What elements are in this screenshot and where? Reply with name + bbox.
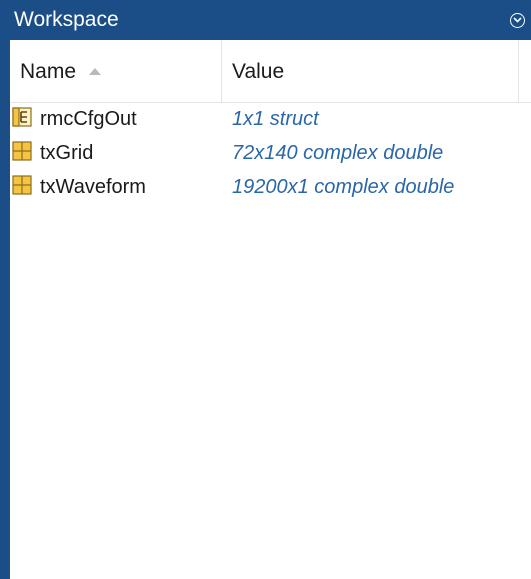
variable-row-txgrid[interactable]: txGrid 72x140 complex double xyxy=(10,136,531,170)
variable-value: 1x1 struct xyxy=(232,108,319,130)
workspace-panel: Workspace Name Value rmcCfgOut 1x1 struc… xyxy=(0,0,531,579)
variable-value: 19200x1 complex double xyxy=(232,176,455,198)
value-column-header[interactable]: Value xyxy=(222,40,519,102)
variable-row-txwaveform[interactable]: txWaveform 19200x1 complex double xyxy=(10,170,531,204)
workspace-content: Name Value rmcCfgOut 1x1 struct txGrid 7… xyxy=(10,40,531,579)
variable-name: txGrid xyxy=(40,142,94,164)
matrix-icon xyxy=(12,141,32,161)
variable-list: rmcCfgOut 1x1 struct txGrid 72x140 compl… xyxy=(10,102,531,204)
struct-icon xyxy=(12,107,32,127)
variable-value: 72x140 complex double xyxy=(232,142,444,164)
workspace-titlebar[interactable]: Workspace xyxy=(0,0,531,40)
name-column-label: Name xyxy=(20,60,77,83)
name-column-header[interactable]: Name xyxy=(10,40,222,102)
variable-row-rmccfgout[interactable]: rmcCfgOut 1x1 struct xyxy=(10,102,531,136)
matrix-icon xyxy=(12,175,32,195)
sort-ascending-icon xyxy=(89,68,101,75)
column-header-row: Name Value xyxy=(10,40,531,103)
workspace-title: Workspace xyxy=(14,8,119,31)
variable-name: txWaveform xyxy=(40,176,146,198)
chevron-down-circle-icon[interactable] xyxy=(510,13,525,28)
value-column-label: Value xyxy=(232,60,285,83)
extra-column-header[interactable] xyxy=(519,40,531,102)
variable-name: rmcCfgOut xyxy=(40,108,137,130)
